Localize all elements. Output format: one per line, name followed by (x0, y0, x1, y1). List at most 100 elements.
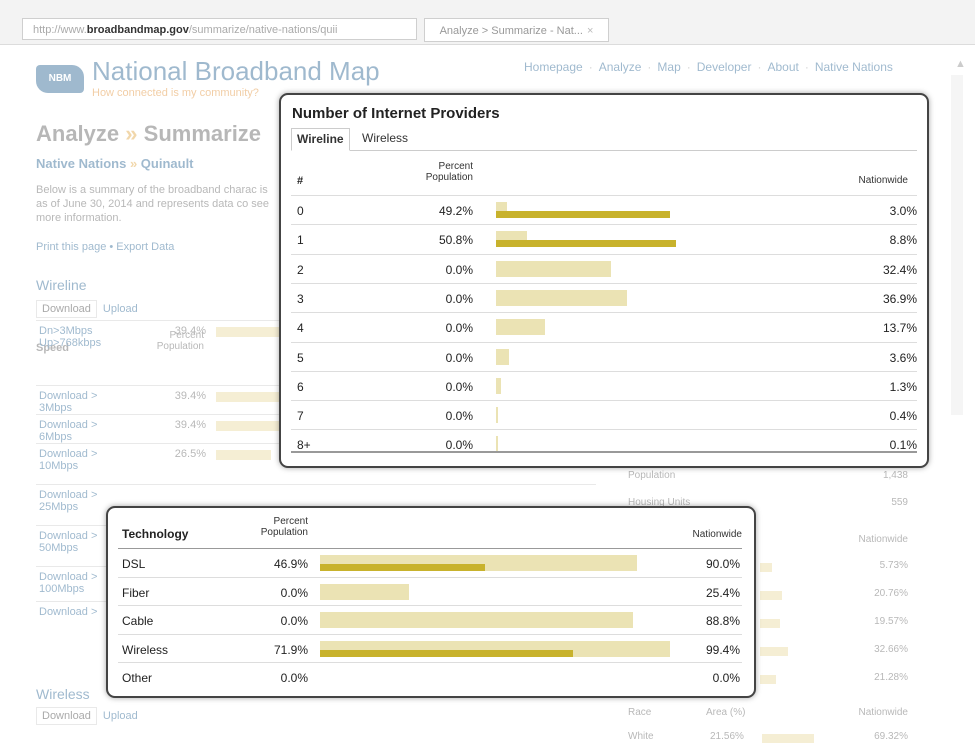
breadcrumb: Native Nations » Quinault (36, 156, 194, 171)
address-bar[interactable]: http://www.broadbandmap.gov/summarize/na… (22, 18, 417, 40)
providers-row: 2 0.0% 32.4% (291, 253, 917, 284)
url-path: /summarize/native-nations/quii (188, 24, 338, 36)
nav-about[interactable]: About (767, 60, 798, 74)
site-tagline: How connected is my community? (92, 87, 259, 99)
provider-count: 4 (297, 321, 304, 336)
right-bar (760, 647, 788, 656)
race-table-header: Race Area (%) Nationwide (628, 707, 908, 718)
provider-count: 6 (297, 379, 304, 394)
technology-name: Fiber (122, 585, 150, 600)
nationwide-value: 90.0% (705, 557, 740, 571)
nav-map[interactable]: Map (657, 60, 680, 74)
provider-count: 2 (297, 262, 304, 277)
nationwide-value: 3.0% (889, 204, 917, 218)
technology-popup: Technology Percent Population Nationwide… (106, 506, 756, 698)
percent-value: 0.0% (445, 262, 473, 277)
percent-value: 0.0% (445, 321, 473, 336)
nationwide-value: 0.0% (712, 671, 740, 685)
technology-row: Other 0.0% 0.0% (118, 662, 742, 692)
wireline-tabs: Download Upload (36, 300, 144, 318)
site-title[interactable]: National Broadband Map (92, 56, 380, 87)
nationwide-bar (320, 583, 410, 600)
page-links[interactable]: Print this page • Export Data (36, 241, 174, 253)
right-bar (760, 619, 780, 628)
speed-bar (216, 421, 286, 431)
local-bar (496, 211, 671, 218)
scrollbar[interactable] (951, 75, 963, 415)
nationwide-bar (496, 289, 627, 306)
speed-value: 26.5% (174, 448, 206, 460)
close-icon[interactable]: × (587, 25, 593, 37)
tab-download[interactable]: Download (36, 300, 97, 318)
speed-bar (216, 392, 286, 402)
population-row: Population 1,438 (628, 470, 908, 481)
url-prefix: http://www. (33, 24, 87, 36)
percent-value: 46.9% (273, 557, 308, 571)
nationwide-bar (496, 260, 612, 277)
provider-count: 1 (297, 233, 304, 248)
right-bar (760, 563, 772, 572)
percent-value: 50.8% (438, 233, 473, 248)
providers-row: 7 0.0% 0.4% (291, 400, 917, 430)
tab-wireline[interactable]: Wireline (291, 128, 350, 151)
nationwide-bar (496, 348, 509, 365)
speed-bar (216, 450, 271, 460)
speed-label: Download > 3Mbps (39, 390, 98, 414)
browser-tab[interactable]: Analyze > Summarize - Nat... × (424, 18, 609, 42)
technology-name: Wireless (122, 642, 169, 657)
percent-value: 0.0% (445, 379, 473, 394)
breadcrumb-native-nations[interactable]: Native Nations (36, 156, 126, 171)
race-bar (762, 734, 814, 743)
tab-wireless[interactable]: Wireless (357, 128, 413, 149)
speed-value: 39.4% (174, 390, 206, 402)
nav-analyze[interactable]: Analyze (599, 60, 642, 74)
technology-row: Cable 0.0% 88.8% (118, 605, 742, 635)
speed-label: Download > 10Mbps (39, 448, 98, 472)
right-bar (760, 675, 776, 684)
local-bar (496, 240, 676, 248)
percent-value: 0.0% (445, 409, 473, 424)
percent-value: 0.0% (445, 350, 473, 365)
providers-row: 1 50.8% 8.8% (291, 224, 917, 254)
nationwide-column-header: Nationwide (858, 175, 908, 186)
speed-label: Dn>3Mbps Up>768kbps (39, 325, 102, 349)
technology-name: Other (122, 671, 153, 685)
speed-label: Download > 100Mbps (39, 571, 98, 595)
right-bar (760, 591, 782, 600)
wireless-heading: Wireless (36, 686, 90, 702)
tab-upload[interactable]: Upload (97, 300, 144, 318)
nationwide-bar (496, 407, 498, 424)
tab-upload[interactable]: Upload (97, 707, 144, 725)
percent-value: 0.0% (280, 585, 308, 600)
nationwide-value: 8.8% (889, 233, 917, 248)
nationwide-column-header: Nationwide (692, 529, 742, 540)
speed-value: 39.4% (174, 419, 206, 431)
percent-column-header: Percent Population (260, 516, 308, 538)
percent-column-header: Percent Population (425, 161, 473, 183)
percent-value: 0.0% (280, 671, 308, 685)
provider-count: 5 (297, 350, 304, 365)
nav-native-nations[interactable]: Native Nations (815, 60, 893, 74)
page-description: Below is a summary of the broadband char… (36, 184, 269, 224)
providers-row: 3 0.0% 36.9% (291, 282, 917, 313)
top-navigation: Homepage · Analyze · Map · Developer · About · Nat… (524, 60, 893, 74)
nationwide-value: 13.7% (882, 321, 917, 336)
nationwide-bar (320, 612, 633, 628)
nav-homepage[interactable]: Homepage (524, 60, 583, 74)
tab-download[interactable]: Download (36, 707, 97, 725)
table-bottom-rule (291, 451, 917, 453)
local-bar (320, 649, 574, 657)
nationwide-value: 32.4% (882, 262, 917, 277)
percent-value: 0.0% (280, 614, 308, 628)
nbm-logo[interactable]: NBM (36, 65, 84, 93)
provider-count: 7 (297, 409, 304, 424)
local-bar (320, 564, 486, 571)
scroll-up-icon[interactable]: ▲ (955, 58, 966, 70)
technology-row: DSL 46.9% 90.0% (118, 548, 742, 578)
providers-popup: Number of Internet Providers Wireline Wi… (279, 93, 929, 468)
technology-column-header: Technology (122, 527, 189, 541)
technology-row: Wireless 71.9% 99.4% (118, 633, 742, 664)
nav-developer[interactable]: Developer (697, 60, 752, 74)
wireline-heading: Wireline (36, 277, 87, 293)
provider-count: 3 (297, 291, 304, 306)
